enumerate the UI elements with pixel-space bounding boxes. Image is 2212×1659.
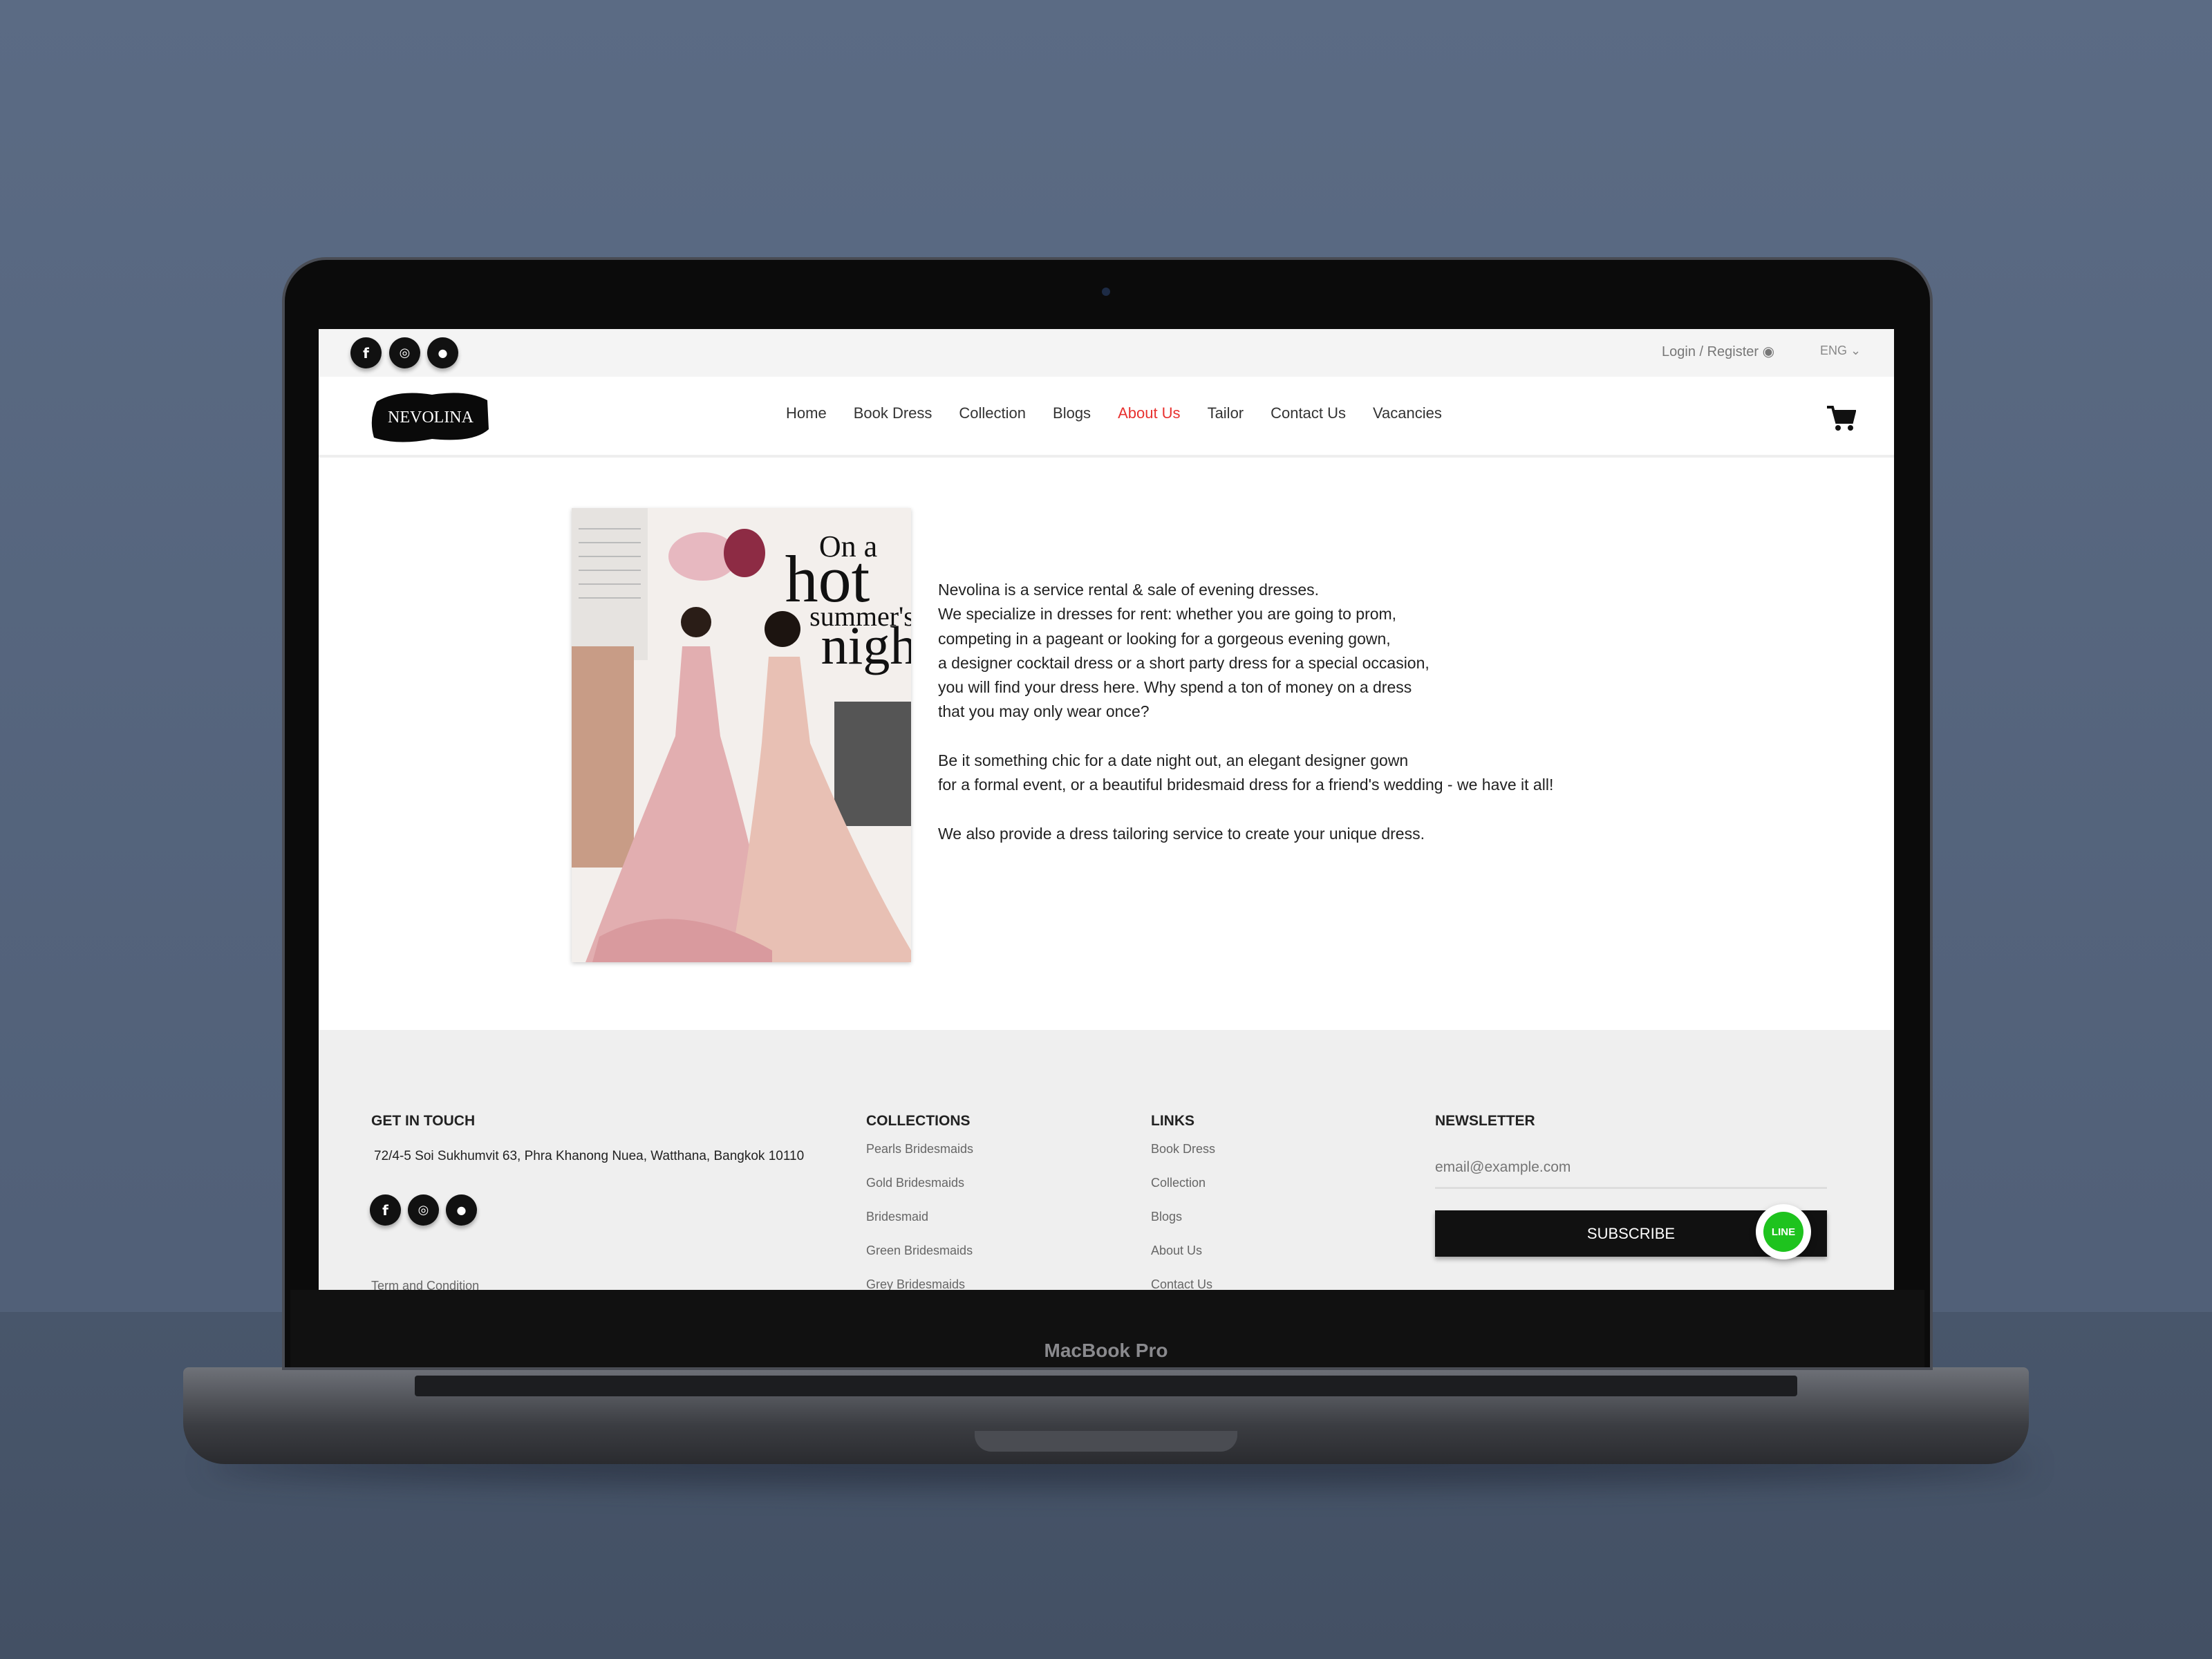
nav-home[interactable]: Home [786, 404, 827, 422]
nav-tailor[interactable]: Tailor [1208, 404, 1244, 422]
nav-book-dress[interactable]: Book Dress [854, 404, 932, 422]
keyboard-edge [415, 1376, 1797, 1396]
nav-vacancies[interactable]: Vacancies [1373, 404, 1442, 422]
text-line: Be it something chic for a date night ou… [938, 751, 1409, 770]
footer-link[interactable]: Book Dress [1151, 1142, 1215, 1156]
collection-link[interactable]: Bridesmaid [866, 1210, 928, 1224]
cart-icon[interactable] [1826, 404, 1856, 432]
footer-link[interactable]: Contact Us [1151, 1277, 1212, 1290]
collection-link[interactable]: Grey Bridesmaids [866, 1277, 965, 1290]
facebook-icon[interactable]: f [350, 337, 382, 368]
top-bar: f ◎ ● Login / Register ◉ ENG ⌄ [319, 329, 1894, 377]
svg-text:NEVOLINA: NEVOLINA [388, 409, 474, 427]
device-label: MacBook Pro [1044, 1340, 1168, 1361]
footer-instagram-icon[interactable]: ◎ [408, 1194, 439, 1226]
svg-text:nigh: nigh [821, 615, 911, 675]
collection-link[interactable]: Pearls Bridesmaids [866, 1142, 973, 1156]
nav-blogs[interactable]: Blogs [1053, 404, 1091, 422]
line-chat-icon: LINE [1763, 1212, 1803, 1252]
footer-link[interactable]: Collection [1151, 1176, 1206, 1190]
instagram-icon[interactable]: ◎ [389, 337, 420, 368]
text-line: We specialize in dresses for rent: wheth… [938, 605, 1397, 624]
camera [1102, 288, 1110, 296]
laptop-notch [975, 1431, 1237, 1452]
main-nav: NEVOLINA Home Book Dress Collection Blog… [319, 377, 1894, 458]
footer-get-in-touch-heading: GET IN TOUCH [371, 1113, 476, 1129]
text-line: you will find your dress here. Why spend… [938, 678, 1412, 697]
footer-address: 72/4-5 Soi Sukhumvit 63, Phra Khanong Nu… [374, 1149, 805, 1163]
footer-link[interactable]: About Us [1151, 1244, 1202, 1258]
footer-line-icon[interactable]: ● [446, 1194, 477, 1226]
footer-collections-heading: COLLECTIONS [866, 1113, 971, 1129]
term-and-condition-link[interactable]: Term and Condition [371, 1279, 479, 1290]
login-label: Login / Register [1662, 344, 1759, 359]
about-collage-image: On a hot summer's nigh [572, 508, 911, 962]
about-paragraph-1: Nevolina is a service rental & sale of e… [938, 578, 1553, 724]
nav-contact-us[interactable]: Contact Us [1271, 404, 1346, 422]
about-text: Nevolina is a service rental & sale of e… [938, 578, 1553, 871]
language-selector[interactable]: ENG ⌄ [1820, 344, 1861, 358]
newsletter-email-input[interactable] [1435, 1147, 1827, 1189]
nevolina-logo[interactable]: NEVOLINA [370, 388, 492, 446]
text-line: for a formal event, or a beautiful bride… [938, 776, 1554, 794]
nav-about-us[interactable]: About Us [1118, 404, 1181, 422]
text-line: competing in a pageant or looking for a … [938, 629, 1391, 648]
text-line: Nevolina is a service rental & sale of e… [938, 581, 1320, 599]
nav-collection[interactable]: Collection [959, 404, 1026, 422]
footer-links-heading: LINKS [1151, 1113, 1194, 1129]
collection-link[interactable]: Gold Bridesmaids [866, 1176, 964, 1190]
website-screen: f ◎ ● Login / Register ◉ ENG ⌄ NEVOLINA … [319, 329, 1894, 1290]
collection-link[interactable]: Green Bridesmaids [866, 1244, 973, 1258]
about-paragraph-2: Be it something chic for a date night ou… [938, 749, 1553, 798]
user-icon: ◉ [1762, 344, 1775, 359]
text-line: a designer cocktail dress or a short par… [938, 653, 1430, 672]
footer-facebook-icon[interactable]: f [370, 1194, 401, 1226]
footer: GET IN TOUCH 72/4-5 Soi Sukhumvit 63, Ph… [319, 1030, 1894, 1290]
line-chat-button[interactable]: LINE [1756, 1204, 1811, 1259]
text-line: that you may only wear once? [938, 702, 1150, 721]
line-icon[interactable]: ● [427, 337, 458, 368]
login-register-link[interactable]: Login / Register ◉ [1662, 343, 1774, 360]
nav-menu: Home Book Dress Collection Blogs About U… [786, 404, 1442, 422]
footer-link[interactable]: Blogs [1151, 1210, 1182, 1224]
footer-newsletter-heading: NEWSLETTER [1435, 1113, 1535, 1129]
about-paragraph-3: We also provide a dress tailoring servic… [938, 824, 1425, 843]
